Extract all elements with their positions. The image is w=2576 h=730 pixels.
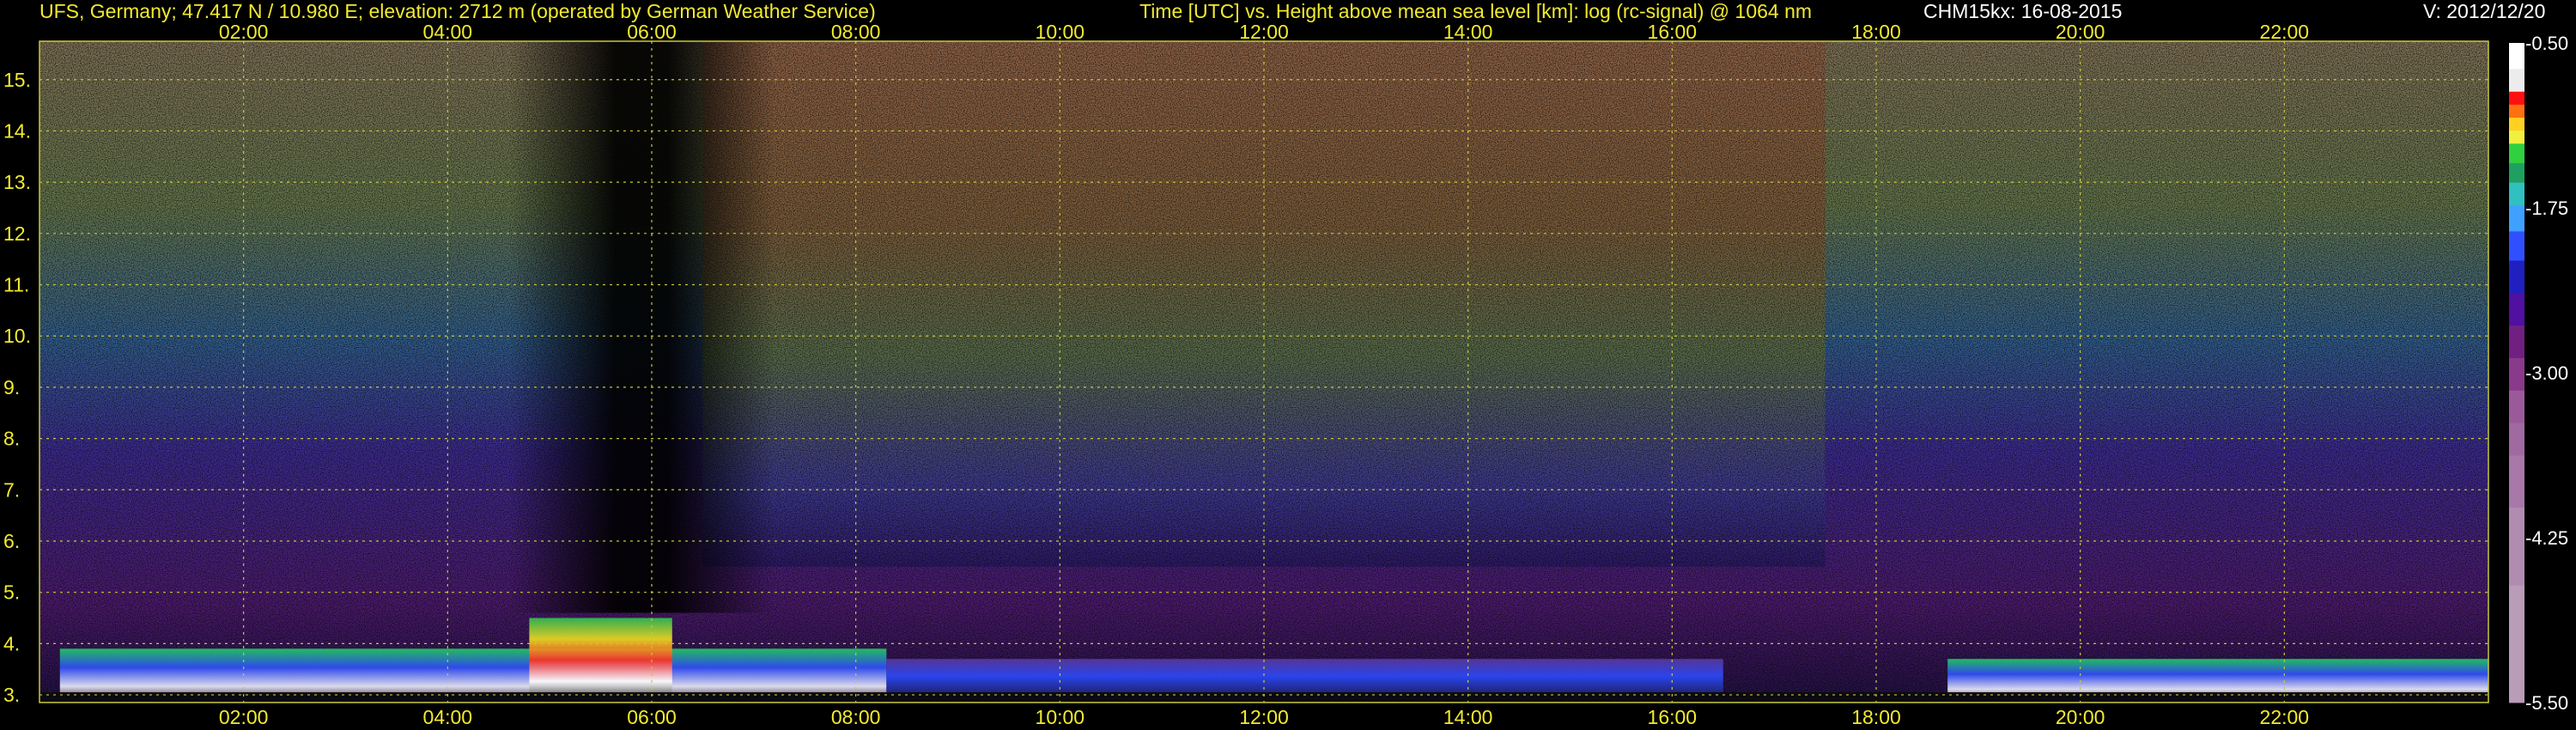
x-tick-label-top: 06:00	[627, 21, 677, 43]
x-tick-label-top: 14:00	[1443, 21, 1493, 43]
x-tick-label-top: 10:00	[1036, 21, 1085, 43]
y-tick-label: 11.	[3, 274, 29, 296]
x-tick-label-bottom: 14:00	[1443, 706, 1493, 728]
aerosol-plume-1	[529, 617, 672, 703]
x-tick-label-bottom: 06:00	[627, 706, 677, 728]
low-signal-band	[508, 41, 775, 613]
x-tick-label-bottom: 18:00	[1851, 706, 1901, 728]
y-tick-label: 7.	[3, 478, 20, 501]
x-tick-label-top: 20:00	[2056, 21, 2105, 43]
y-axis: 3. 4. 5. 6. 7. 8. 9. 10. 11. 12. 13. 14. 15.	[3, 69, 31, 706]
x-tick-label-top: 18:00	[1851, 21, 1901, 43]
x-axis-top: 02:00 04:00 06:00 08:00 10:00 12:00 14:00 16:00…	[219, 21, 2309, 43]
y-tick-label: 3.	[3, 684, 20, 706]
y-tick-label: 5.	[3, 581, 20, 604]
x-tick-label-top: 22:00	[2260, 21, 2310, 43]
x-tick-label-bottom: 12:00	[1239, 706, 1289, 728]
x-tick-label-bottom: 22:00	[2260, 706, 2310, 728]
x-tick-label-bottom: 16:00	[1648, 706, 1698, 728]
x-tick-label-bottom: 08:00	[831, 706, 881, 728]
x-tick-label-top: 04:00	[423, 21, 473, 43]
y-tick-label: 9.	[3, 376, 20, 398]
x-tick-label-top: 12:00	[1239, 21, 1289, 43]
x-tick-label-bottom: 04:00	[423, 706, 473, 728]
y-tick-label: 4.	[3, 632, 20, 654]
x-tick-label-top: 02:00	[219, 21, 269, 43]
y-tick-label: 14.	[3, 119, 31, 142]
x-tick-label-bottom: 20:00	[2056, 706, 2105, 728]
y-tick-label: 12.	[3, 222, 31, 245]
x-tick-label-top: 08:00	[831, 21, 881, 43]
x-axis-bottom: 02:00 04:00 06:00 08:00 10:00 12:00 14:00 16:00…	[219, 706, 2309, 728]
y-tick-label: 10.	[3, 325, 31, 347]
y-tick-label: 8.	[3, 428, 20, 450]
y-tick-label: 6.	[3, 530, 20, 552]
lidar-heatmap-plot: 02:00 04:00 06:00 08:00 10:00 12:00 14:00 16:00…	[3, 21, 2489, 728]
x-tick-label-bottom: 10:00	[1036, 706, 1085, 728]
y-tick-label: 13.	[3, 171, 31, 193]
x-tick-label-bottom: 02:00	[219, 706, 269, 728]
x-tick-label-top: 16:00	[1648, 21, 1698, 43]
y-tick-label: 15.	[3, 69, 31, 91]
